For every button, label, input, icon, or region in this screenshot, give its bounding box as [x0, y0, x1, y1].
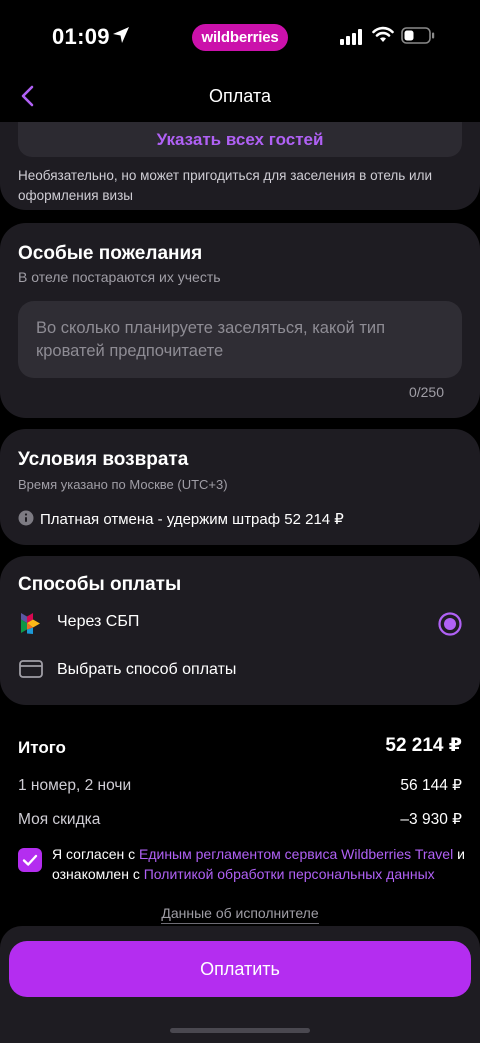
discount-label: Моя скидка — [18, 811, 101, 828]
rooms-label: 1 номер, 2 ночи — [18, 777, 132, 794]
payment-title: Способы оплаты — [18, 574, 182, 595]
page-title: Оплата — [209, 86, 271, 106]
battery-icon — [401, 27, 435, 44]
contractor-info: Данные об исполнителе — [0, 905, 480, 924]
agreement-text-part: Я согласен с — [52, 846, 139, 862]
pay-button[interactable]: Оплатить — [9, 941, 471, 997]
special-wishes-card: Особые пожелания В отеле постараются их … — [0, 223, 480, 418]
agreement-checkbox[interactable] — [18, 848, 42, 872]
bank-card-icon — [19, 660, 43, 678]
nav-header: Оплата — [0, 72, 480, 122]
privacy-policy-link[interactable]: Политикой обработки персональных данных — [144, 866, 435, 882]
refund-penalty-text: Платная отмена - удержим штраф 52 214 ₽ — [40, 511, 344, 528]
regulations-link[interactable]: Единым регламентом сервиса Wildberries T… — [139, 846, 453, 862]
guests-note: Необязательно, но может пригодиться для … — [18, 168, 433, 203]
agreement-text: Я согласен с Единым регламентом сервиса … — [52, 844, 472, 884]
total-sum: 52 214 ₽ — [385, 735, 462, 756]
wishes-textarea[interactable]: Во сколько планируете заселяться, какой … — [18, 301, 462, 378]
status-time: 01:09 — [52, 24, 110, 49]
contractor-link[interactable]: Данные об исполнителе — [161, 905, 319, 924]
wishes-title: Особые пожелания — [18, 243, 203, 264]
info-icon — [18, 510, 34, 526]
status-bar: 01:09 wildberries — [0, 0, 480, 72]
refund-title: Условия возврата — [18, 449, 189, 470]
specify-guests-button[interactable]: Указать всех гостей — [18, 122, 462, 157]
wishes-subtitle: В отеле постараются их учесть — [18, 269, 221, 285]
refund-conditions-card: Условия возврата Время указано по Москве… — [0, 429, 480, 545]
payment-methods-card: Способы оплаты Через СБП Выбрать способ … — [0, 556, 480, 705]
char-counter: 0/250 — [408, 384, 444, 400]
refund-subtitle: Время указано по Москве (UTC+3) — [18, 477, 228, 492]
location-arrow-icon — [113, 27, 129, 43]
guests-card: Указать всех гостей Необязательно, но мо… — [0, 122, 480, 210]
payment-option-sbp[interactable]: Через СБП — [57, 613, 139, 631]
brand-pill: wildberries — [192, 24, 288, 51]
home-indicator — [170, 1028, 310, 1033]
rooms-value: 56 144 ₽ — [400, 777, 462, 794]
cellular-signal-icon — [340, 29, 362, 45]
discount-value: –3 930 ₽ — [400, 811, 462, 828]
payment-option-choose[interactable]: Выбрать способ оплаты — [57, 661, 236, 679]
wifi-icon — [372, 26, 394, 42]
total-title: Итого — [18, 738, 66, 757]
sbp-logo-icon — [21, 613, 40, 634]
sbp-radio-selected[interactable] — [438, 612, 462, 636]
